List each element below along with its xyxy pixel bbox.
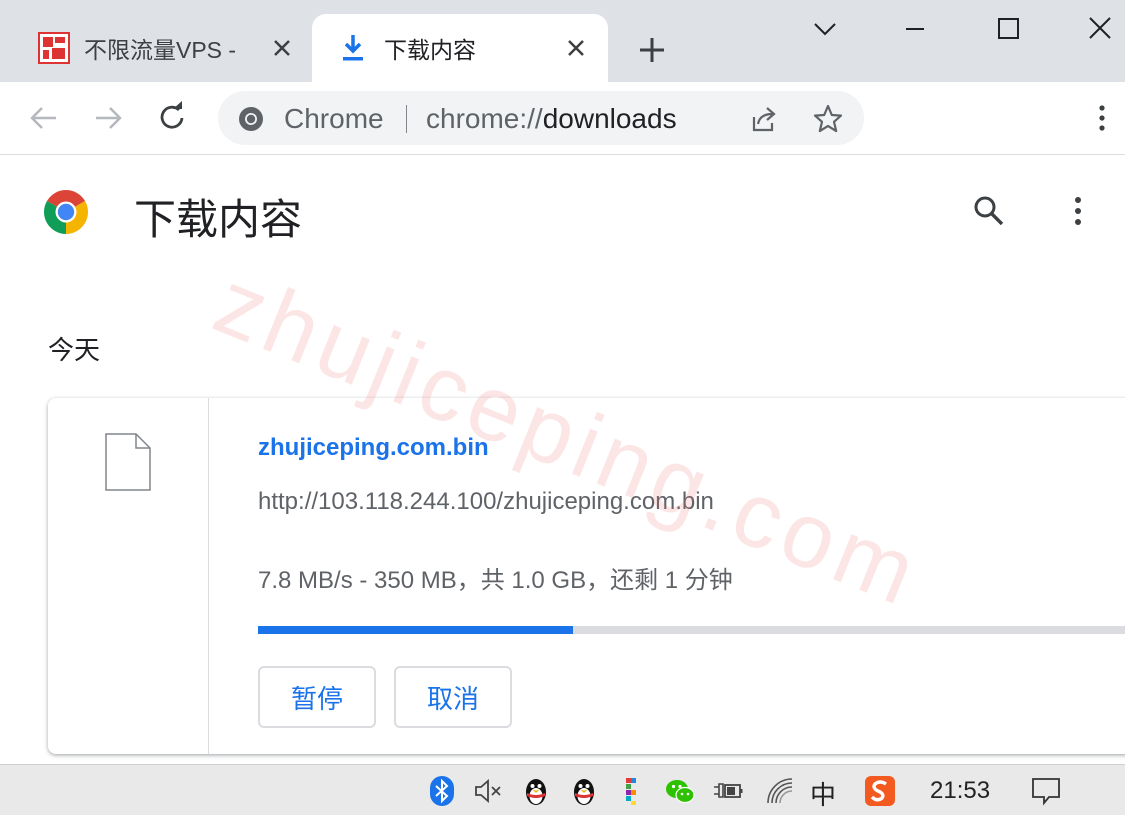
forward-arrow-icon[interactable] [90,100,126,136]
maximize-icon[interactable] [993,14,1023,44]
tab-strip: 不限流量VPS - | 下载内容 [0,0,1125,82]
new-tab-plus-icon[interactable] [636,34,668,66]
volume-muted-icon[interactable] [472,775,504,807]
tab-downloads[interactable]: 下载内容 [312,14,608,82]
file-name-link[interactable]: zhujiceping.com.bin [258,434,489,462]
chrome-page-icon [239,107,263,131]
app-tray-icon[interactable] [616,775,648,807]
qq-penguin-icon[interactable] [520,775,552,807]
file-icon [105,433,151,491]
tab-title: 下载内容 [384,37,476,63]
card-divider [208,398,209,754]
browser-menu-icon[interactable] [1084,100,1120,136]
qq-penguin-icon[interactable] [568,775,600,807]
share-icon[interactable] [748,103,780,135]
bookmark-star-icon[interactable] [812,103,844,135]
tab-vps[interactable]: 不限流量VPS - | [20,14,310,82]
sogou-input-icon[interactable] [864,775,896,807]
system-taskbar: 中 21:53 [0,764,1125,815]
wifi-icon[interactable] [764,775,796,807]
close-tab-icon[interactable] [270,36,294,60]
battery-plug-icon[interactable] [712,775,744,807]
close-window-icon[interactable] [1085,14,1115,44]
download-icon [343,35,363,61]
page-title: 下载内容 [134,196,303,243]
url-prefix: chrome:// [426,103,543,134]
close-tab-icon[interactable] [564,36,588,60]
notification-center-icon[interactable] [1030,775,1062,807]
download-item-card: zhujiceping.com.bin http://103.118.244.1… [48,398,1125,754]
page-menu-icon[interactable] [1062,194,1094,228]
url-host: downloads [542,103,677,134]
tab-title: 不限流量VPS - | [84,37,244,63]
progress-bar [258,626,1125,634]
download-status-text: 7.8 MB/s - 350 MB，共 1.0 GB，还剩 1 分钟 [258,567,733,594]
browser-toolbar: Chrome chrome://downloads [0,82,1125,155]
wechat-icon[interactable] [664,775,696,807]
site-favicon-icon [38,32,70,64]
chrome-logo-icon [44,190,88,234]
back-arrow-icon[interactable] [26,100,62,136]
reload-icon[interactable] [154,100,190,136]
taskbar-clock[interactable]: 21:53 [930,777,990,805]
pause-button[interactable]: 暂停 [258,666,376,728]
minimize-icon[interactable] [900,14,930,44]
tab-search-chevron-down-icon[interactable] [810,14,840,44]
date-heading: 今天 [48,335,101,365]
ime-mode-indicator[interactable]: 中 [810,775,836,812]
progress-bar-fill [258,626,573,634]
omnibox-url[interactable]: chrome://downloads [426,103,677,135]
address-bar[interactable]: Chrome chrome://downloads [218,91,864,145]
search-icon[interactable] [972,194,1006,228]
omnibox-separator [406,105,407,133]
cancel-button[interactable]: 取消 [394,666,512,728]
omnibox-scheme-label: Chrome [284,103,384,134]
file-source-url[interactable]: http://103.118.244.100/zhujiceping.com.b… [258,488,714,516]
bluetooth-icon[interactable] [426,775,458,807]
